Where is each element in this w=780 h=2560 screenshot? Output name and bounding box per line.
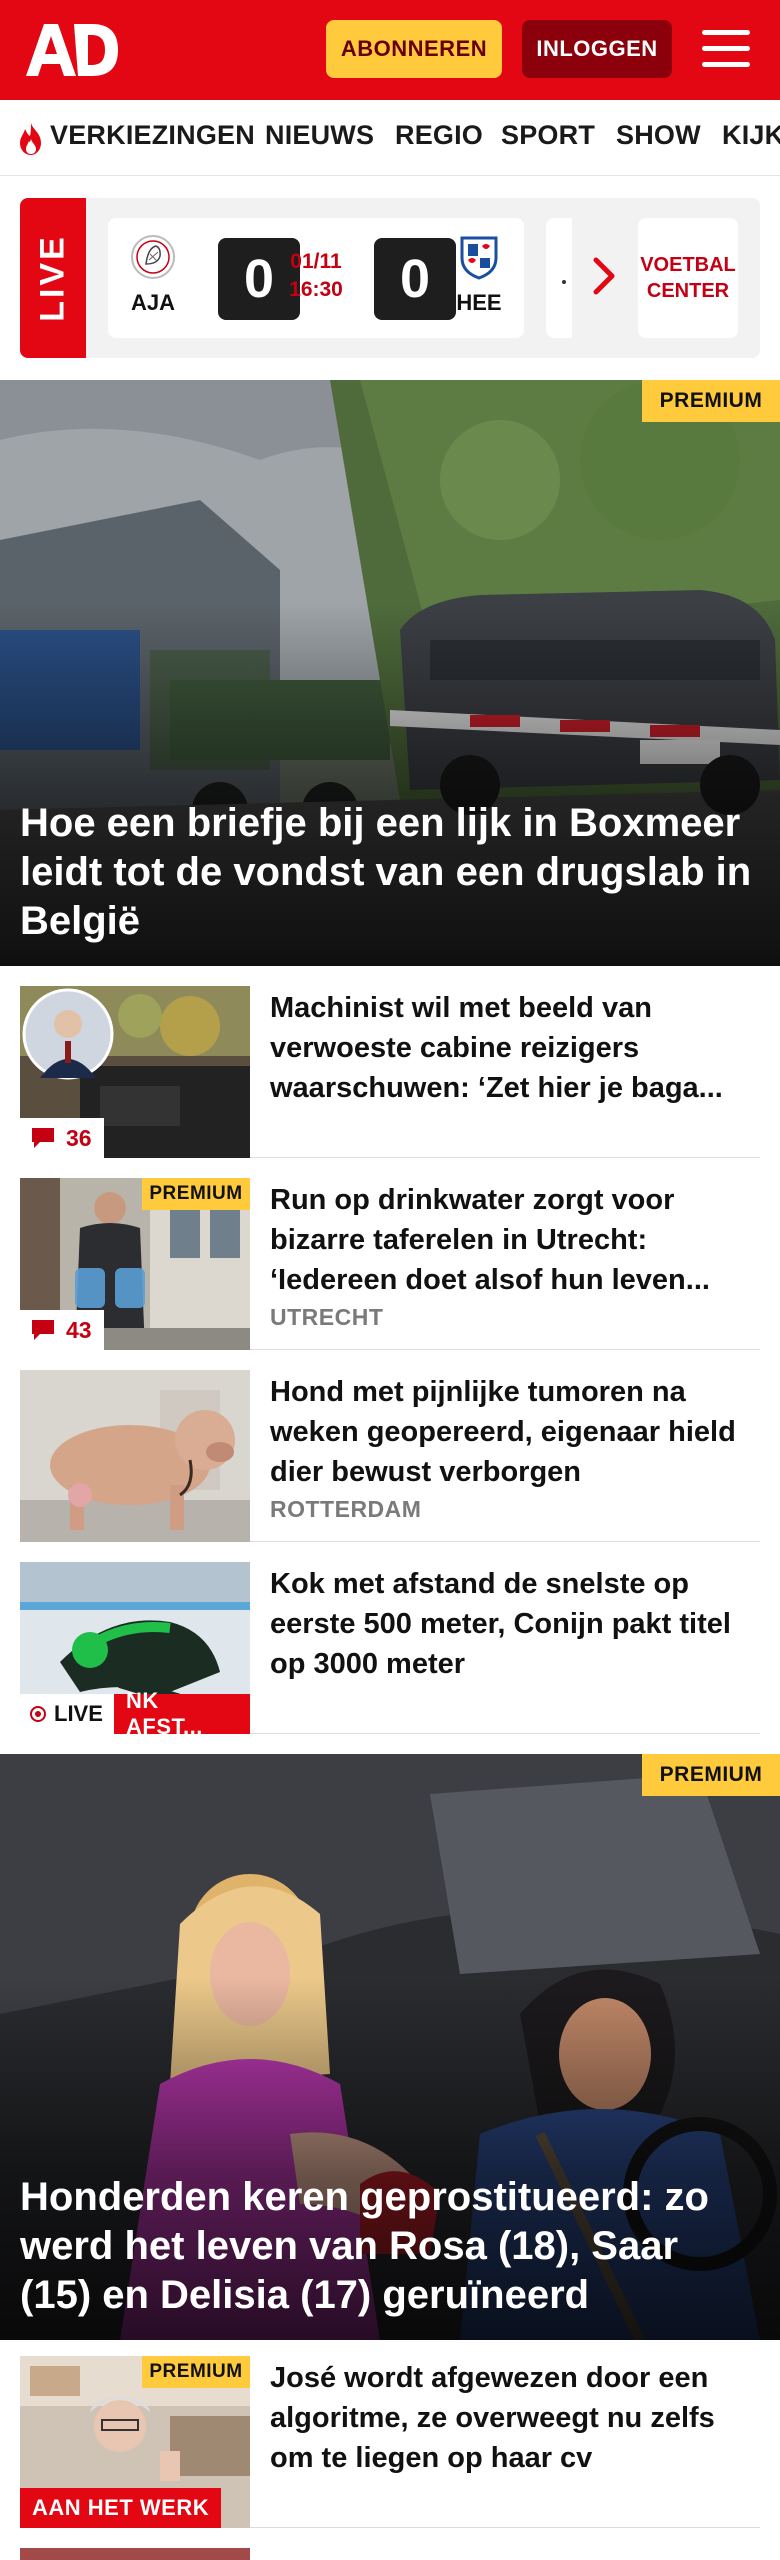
list-item-schaatsen[interactable]: LIVE NK AFST... Kok met afstand de snels… (20, 1562, 760, 1734)
comment-count-badge[interactable]: 36 (20, 1118, 104, 1158)
match-date: 01/11 (290, 250, 342, 273)
match-card[interactable]: AJA 0 01/11 16:30 0 HEE (108, 218, 524, 338)
away-team-name: HEE (456, 290, 502, 315)
live-label: LIVE (20, 198, 86, 358)
match-time: 16:30 (289, 278, 343, 301)
live-dot-icon (30, 1706, 46, 1722)
comment-icon (32, 1128, 54, 1148)
nav-item-kijk[interactable]: KIJK (722, 120, 780, 151)
hamburger-menu-icon[interactable] (700, 26, 752, 72)
comment-count: 43 (66, 1316, 92, 1343)
comment-icon (32, 1320, 54, 1340)
ajax-logo-icon (131, 235, 175, 279)
category-badge[interactable]: AAN HET WERK (20, 2488, 222, 2528)
away-score: 0 (374, 238, 456, 320)
nav-item-nieuws[interactable]: NIEUWS (265, 120, 374, 151)
live-scores-strip: LIVE AJA 0 01/11 16:30 0 HEE VOETBAL CEN… (20, 198, 760, 358)
comment-count-badge[interactable]: 43 (20, 1310, 104, 1350)
comment-count: 36 (66, 1124, 92, 1151)
list-item-algoritme[interactable]: PREMIUM AAN HET WERK José wordt afgeweze… (20, 2356, 760, 2528)
hero-title[interactable]: Hoe een briefje bij een lijk in Boxmeer … (20, 799, 760, 946)
site-header: ABONNEREN INLOGGEN (0, 0, 780, 100)
article-region[interactable]: UTRECHT (270, 1304, 383, 1331)
nav-item-regio[interactable]: REGIO (395, 120, 483, 151)
article-title[interactable]: Kok met afstand de snelste op eerste 500… (270, 1564, 756, 1684)
next-article-thumbnail-peek (20, 2548, 250, 2560)
main-navigation: VERKIEZINGEN NIEUWS REGIO SPORT SHOW KIJ… (0, 100, 780, 176)
hero-article-boxmeer[interactable]: PREMIUM Hoe een briefje bij een lijk in … (0, 380, 780, 966)
ad-logo-mark (26, 24, 118, 76)
nav-item-show[interactable]: SHOW (616, 120, 701, 151)
article-thumbnail: 36 (20, 986, 250, 1158)
article-thumbnail: PREMIUM 43 (20, 1178, 250, 1350)
premium-badge: PREMIUM (142, 2356, 250, 2388)
heerenveen-logo-icon (460, 236, 498, 280)
voetbal-center-button[interactable]: VOETBAL CENTER (638, 218, 738, 338)
flame-icon (20, 123, 41, 155)
match-datetime: 01/11 16:30 (274, 248, 358, 304)
article-title[interactable]: Hond met pijnlijke tumoren na weken geop… (270, 1372, 756, 1492)
chevron-right-icon[interactable] (590, 254, 620, 298)
live-badge: LIVE (20, 1694, 116, 1734)
article-thumbnail: LIVE NK AFST... (20, 1562, 250, 1734)
article-title[interactable]: José wordt afgewezen door een algoritme,… (270, 2358, 756, 2478)
premium-badge: PREMIUM (642, 1754, 780, 1796)
article-region[interactable]: ROTTERDAM (270, 1496, 421, 1523)
premium-badge: PREMIUM (142, 1178, 250, 1210)
ad-logo[interactable] (24, 20, 120, 80)
article-title[interactable]: Run op drinkwater zorgt voor bizarre taf… (270, 1180, 756, 1300)
home-team-name: AJA (130, 290, 175, 315)
article-thumbnail (20, 1370, 250, 1542)
hero-title[interactable]: Honderden keren geprostitueerd: zo werd … (20, 2173, 760, 2320)
category-badge[interactable]: NK AFST... (114, 1688, 250, 1734)
login-button[interactable]: INLOGGEN (522, 20, 672, 78)
nav-item-sport[interactable]: SPORT (501, 120, 595, 151)
live-label-text: LIVE (33, 234, 72, 322)
premium-badge: PREMIUM (642, 380, 780, 422)
list-item-hond[interactable]: Hond met pijnlijke tumoren na weken geop… (20, 1370, 760, 1542)
nav-item-verkiezingen[interactable]: VERKIEZINGEN (50, 120, 255, 151)
article-title[interactable]: Machinist wil met beeld van verwoeste ca… (270, 988, 756, 1108)
list-item-drinkwater[interactable]: PREMIUM 43 Run op drinkwater zorgt voor … (20, 1178, 760, 1350)
list-item-machinist[interactable]: 36 Machinist wil met beeld van verwoeste… (20, 986, 760, 1158)
subscribe-button[interactable]: ABONNEREN (326, 20, 502, 78)
article-thumbnail: PREMIUM AAN HET WERK (20, 2356, 250, 2528)
hero-article-prostitutie[interactable]: PREMIUM Honderden keren geprostitueerd: … (0, 1754, 780, 2340)
next-match-card-peek[interactable] (546, 218, 572, 338)
live-badge-label: LIVE (54, 1701, 103, 1726)
